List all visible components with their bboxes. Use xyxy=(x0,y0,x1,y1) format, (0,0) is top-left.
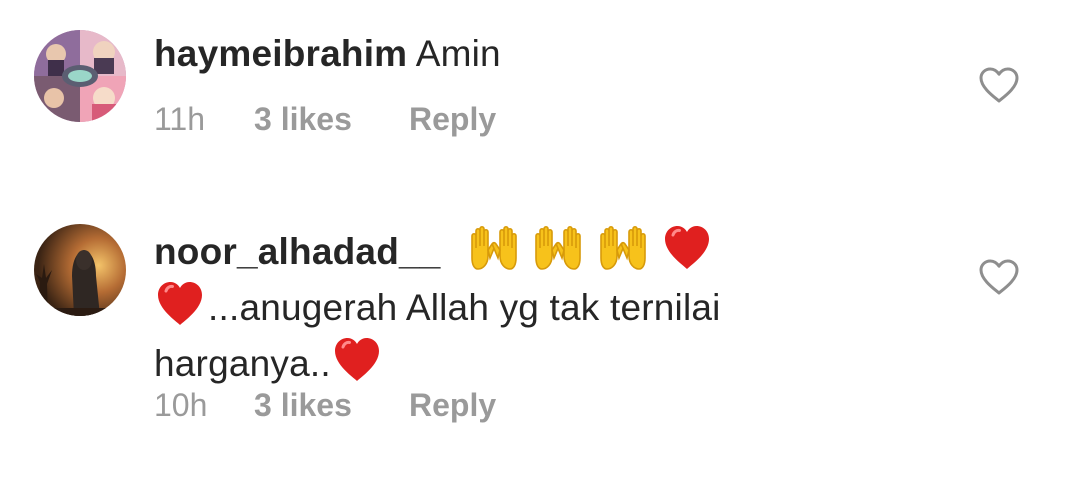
username[interactable]: haymeibrahim xyxy=(154,33,407,74)
comment-body-line: harganya.. xyxy=(154,334,934,390)
timestamp: 10h xyxy=(154,387,208,423)
red-heart-emoji xyxy=(661,222,713,274)
heart-outline-icon[interactable] xyxy=(978,66,1020,104)
username[interactable]: noor_alhadad__ xyxy=(154,231,441,272)
comment-text: haymeibrahim Amin xyxy=(154,28,934,80)
comment-body: harganya.. xyxy=(154,343,331,384)
raised-hands-emoji xyxy=(597,222,649,274)
avatar-noor-alhadad[interactable] xyxy=(34,224,126,316)
likes-count[interactable]: 3 likes xyxy=(254,387,409,424)
timestamp: 11h xyxy=(154,101,206,137)
raised-hands-emoji xyxy=(468,222,520,274)
reply-button[interactable]: Reply xyxy=(409,101,496,138)
comment-meta: 11h 3 likes Reply xyxy=(154,101,496,138)
comment-body: Amin xyxy=(415,33,501,74)
avatar-haymeibrahim[interactable] xyxy=(34,30,126,122)
reply-button[interactable]: Reply xyxy=(409,387,496,424)
comment-meta: 10h 3 likes Reply xyxy=(154,387,496,424)
red-heart-emoji xyxy=(331,334,383,386)
raised-hands-emoji xyxy=(532,222,584,274)
comment-body-line: ...anugerah Allah yg tak ternilai xyxy=(154,278,934,334)
comment-body: ...anugerah Allah yg tak ternilai xyxy=(208,287,721,328)
comment-text: noor_alhadad__ xyxy=(154,222,934,278)
likes-count[interactable]: 3 likes xyxy=(254,101,409,138)
heart-outline-icon[interactable] xyxy=(978,258,1020,296)
red-heart-emoji xyxy=(154,278,206,330)
